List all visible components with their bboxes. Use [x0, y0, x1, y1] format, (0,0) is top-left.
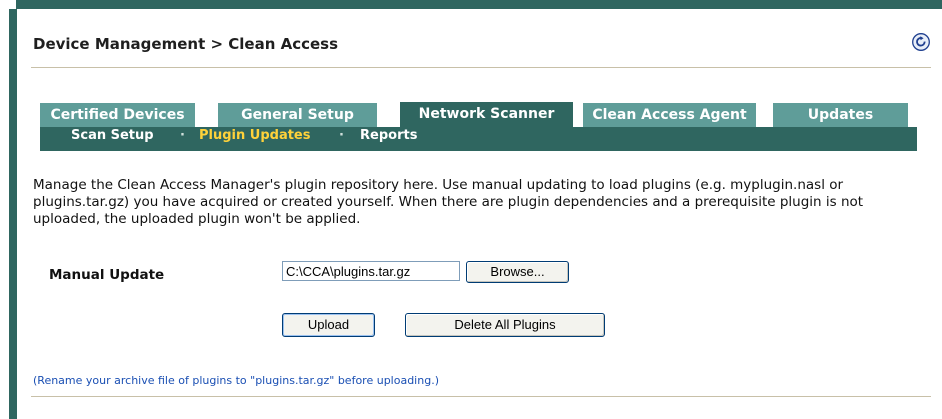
- subnav-bar: Scan Setup · Plugin Updates · Reports: [40, 127, 917, 151]
- rename-note: (Rename your archive file of plugins to …: [33, 374, 439, 387]
- subnav-reports[interactable]: Reports: [360, 127, 417, 145]
- tab-general-setup[interactable]: General Setup: [218, 103, 377, 127]
- upload-button[interactable]: Upload: [282, 313, 375, 337]
- tab-updates[interactable]: Updates: [773, 103, 908, 127]
- plugin-file-input[interactable]: [282, 261, 460, 281]
- tab-network-scanner[interactable]: Network Scanner: [400, 102, 573, 127]
- title-divider: [31, 67, 931, 68]
- page-description: Manage the Clean Access Manager's plugin…: [33, 177, 864, 227]
- page-title: Device Management > Clean Access: [33, 35, 339, 53]
- browse-button[interactable]: Browse...: [466, 261, 569, 283]
- top-bar-accent: [16, 0, 942, 9]
- bottom-divider: [31, 396, 931, 397]
- left-rail: [9, 9, 17, 419]
- tab-certified-devices[interactable]: Certified Devices: [40, 103, 195, 127]
- subnav-scan-setup[interactable]: Scan Setup: [71, 127, 154, 145]
- refresh-icon[interactable]: [912, 33, 930, 51]
- tab-clean-access-agent[interactable]: Clean Access Agent: [583, 103, 756, 127]
- manual-update-label: Manual Update: [49, 267, 165, 283]
- subnav-separator: ·: [339, 128, 344, 143]
- delete-all-plugins-button[interactable]: Delete All Plugins: [405, 313, 605, 337]
- subnav-plugin-updates[interactable]: Plugin Updates: [199, 127, 311, 145]
- subnav-separator: ·: [180, 128, 185, 143]
